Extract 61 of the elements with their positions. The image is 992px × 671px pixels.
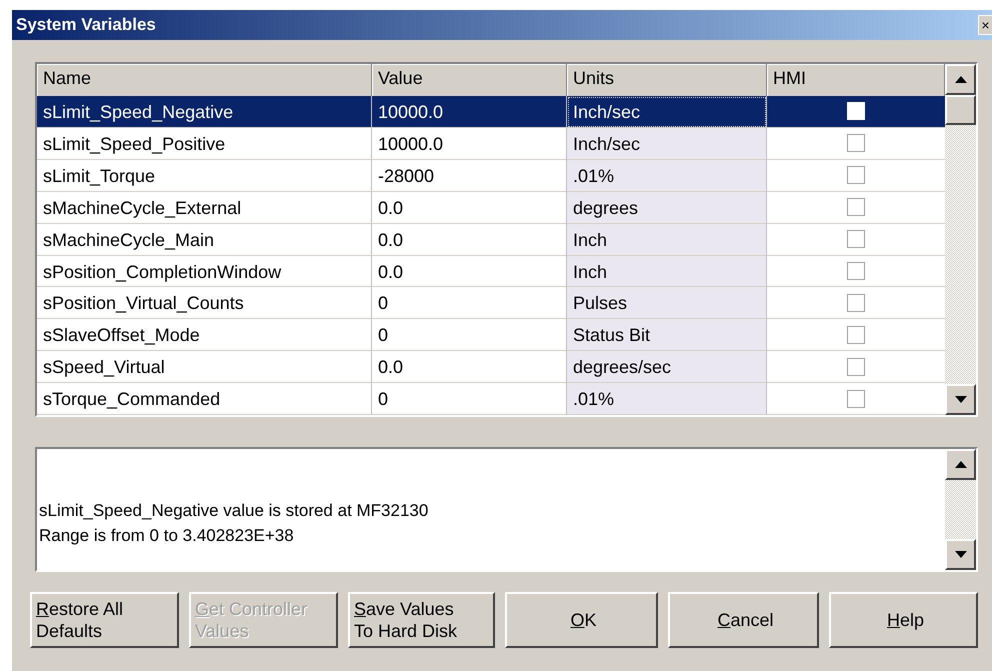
checkbox[interactable] <box>847 134 865 152</box>
checkbox[interactable] <box>847 262 865 280</box>
table-cell: sMachineCycle_External <box>37 192 372 224</box>
table-cell: Inch <box>567 256 767 288</box>
table-cell: Inch/sec <box>567 96 767 128</box>
table-cell: 0.0 <box>372 256 567 288</box>
dialog-button[interactable]: Cancel <box>668 592 819 648</box>
up-arrow-icon <box>954 461 966 468</box>
table-cell: Inch/sec <box>567 128 767 160</box>
down-arrow-icon <box>954 396 966 403</box>
scroll-up-button[interactable] <box>945 449 976 480</box>
down-arrow-icon <box>954 551 966 558</box>
column-header[interactable]: Value <box>372 64 567 97</box>
scroll-down-button[interactable] <box>945 539 976 570</box>
description-text: sLimit_Speed_Negative value is stored at MF32130 <box>39 500 430 522</box>
table-cell: 0 <box>372 287 567 320</box>
dialog-button[interactable]: Restore All Defaults <box>30 592 179 648</box>
up-arrow-icon <box>954 76 966 83</box>
column-header[interactable]: Name <box>37 64 372 97</box>
window-title: System Variables <box>16 15 156 35</box>
table-cell: 10000.0 <box>372 96 567 128</box>
table-cell: .01% <box>567 160 767 192</box>
table-cell: sPosition_Virtual_Counts <box>37 287 372 320</box>
checkbox[interactable] <box>847 390 865 408</box>
table-cell: Pulses <box>567 287 767 320</box>
table-cell: 10000.0 <box>372 128 567 160</box>
table-cell: 0.0 <box>372 224 567 256</box>
table-cell: 0 <box>372 383 567 416</box>
table-cell: degrees/sec <box>567 351 767 384</box>
table-cell: sLimit_Speed_Positive <box>37 128 372 160</box>
table-cell: sMachineCycle_Main <box>37 224 372 256</box>
checkbox[interactable] <box>847 166 865 184</box>
checkbox[interactable] <box>847 294 865 312</box>
checkbox[interactable] <box>847 230 865 248</box>
table-cell: Status Bit <box>567 319 767 352</box>
dialog-button[interactable]: Help <box>828 592 978 648</box>
column-header[interactable]: Units <box>567 64 767 97</box>
column-header[interactable]: HMI <box>767 64 945 97</box>
table-cell: -28000 <box>372 160 567 192</box>
table-cell: sLimit_Speed_Negative <box>37 96 372 128</box>
table-cell: sTorque_Commanded <box>37 383 372 416</box>
table-cell: 0 <box>372 319 567 352</box>
checkbox[interactable] <box>847 326 865 344</box>
close-button[interactable]: × <box>978 15 992 35</box>
scroll-down-button[interactable] <box>945 384 976 415</box>
table-cell: sPosition_CompletionWindow <box>37 256 372 288</box>
scroll-thumb[interactable] <box>945 95 976 125</box>
table-cell: Inch <box>567 224 767 256</box>
dialog-button[interactable]: OK <box>505 592 658 648</box>
table-cell: 0.0 <box>372 351 567 384</box>
scroll-up-button[interactable] <box>945 64 976 95</box>
table-cell: .01% <box>567 383 767 416</box>
dialog-button[interactable]: Save Values To Hard Disk <box>348 592 496 648</box>
checkbox[interactable] <box>847 358 865 376</box>
table-cell: sSpeed_Virtual <box>37 351 372 384</box>
table-cell: degrees <box>567 192 767 224</box>
checkbox[interactable] <box>847 198 865 216</box>
table-cell: 0.0 <box>372 192 567 224</box>
description-text: Range is from 0 to 3.402823E+38 <box>39 525 295 547</box>
table-cell: sSlaveOffset_Mode <box>37 319 372 352</box>
table-cell: sLimit_Torque <box>37 160 372 192</box>
